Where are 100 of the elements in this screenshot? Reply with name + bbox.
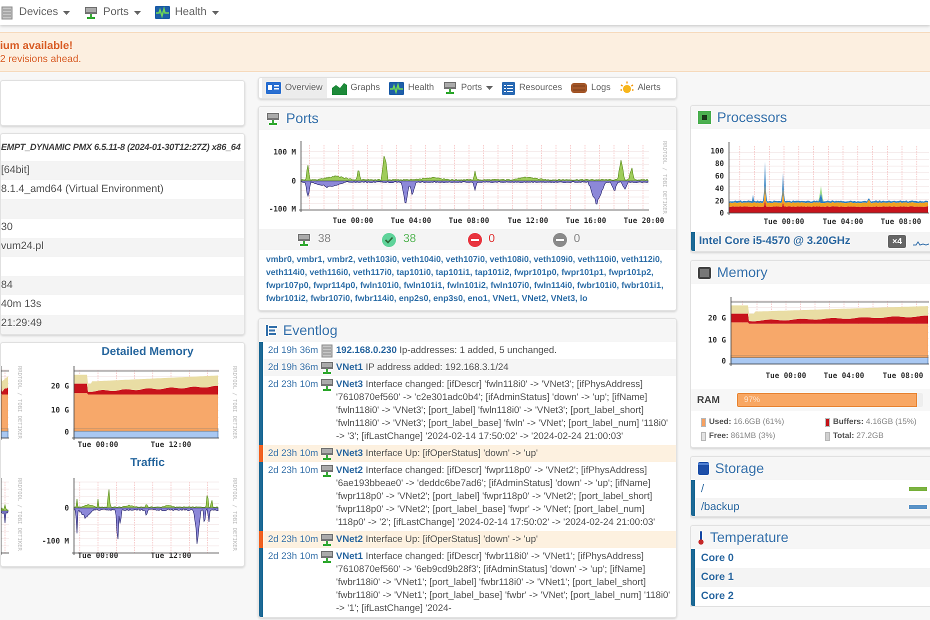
port-link[interactable]: fwbr114i0, [354,293,396,303]
port-link[interactable]: eno1, [468,293,490,303]
core-count: ×4 [888,235,906,248]
port-link[interactable]: veth112i0, [621,254,662,264]
port-link[interactable]: fwln101i1, [404,280,445,290]
port-link[interactable]: VNet2, [522,293,548,303]
port-link[interactable]: fwpr107p0, [266,280,311,290]
table-cell: 40m 13s [1,295,244,314]
monitor-icon [84,6,98,20]
event-message: VNet3 Interface changed: [ifDescr] 'fwln118i0' -> 'VNet3'; [ifPhysAddress] '7610870ef560' -> 'c2e301adc0b4'; [ifAdminStatus] 'down' -> 'up'; [ifName] 'fwln118i0' -> 'VNet3'; [port_label] 'fwln118i0' -> 'VNet3'; [port_label_short] 'fwln118i0' -> 'VNet3'; [port_label_base] 'fwln' -> 'VNet'; [port_label_num] '118i0' -> '3'; [ifLastChange] '2024-02-14 17:50:02' -> '2024-02-24 21:00:03' [336,378,669,444]
port-link[interactable]: VNet2 [336,465,363,476]
port-link[interactable]: fwbr101i0, [576,280,620,290]
port-link[interactable]: enp2s0, [398,293,431,303]
port-link[interactable]: fwpr101p2, [608,267,654,277]
tab[interactable]: Resources [498,78,566,98]
tab[interactable]: Logs [567,78,615,98]
sensor-link[interactable]: Core 0 [701,550,734,566]
list-icon [502,82,516,94]
panel-title: Processors [717,108,788,127]
port-link[interactable]: fwln107i0, [490,280,532,290]
caret-icon [212,10,219,14]
port-link[interactable]: vmbr1, [296,254,325,264]
port-link[interactable]: VNet3, [550,293,578,303]
port-link[interactable]: veth108i0, [490,254,532,264]
panel-title: Temperature [710,528,789,547]
nav-menu[interactable]: Ports [84,4,141,21]
heartbeat-icon [154,6,170,19]
port-link[interactable]: veth109i0, [534,254,576,264]
storage-link[interactable]: / [701,480,905,498]
port-link[interactable]: veth103i0, [358,254,400,264]
tab[interactable]: Ports [439,78,498,98]
port-link[interactable]: lo [580,293,588,303]
sensor-link[interactable]: Core 2 [701,588,734,604]
port-link[interactable]: veth116i0, [309,267,351,277]
alert-title: ium available! [0,38,74,52]
tab[interactable]: Alerts [616,78,665,98]
port-link[interactable]: enp3s0, [433,293,466,303]
port-link[interactable]: fwln101i2, [447,280,488,290]
port-link[interactable]: tap101i2, [474,267,512,277]
tab[interactable]: Overview [262,78,327,98]
check-circle-icon [382,232,396,246]
panel-title: Memory [717,263,768,282]
port-link[interactable]: fwpr114p0, [313,280,358,290]
port-link[interactable]: tap101i1, [436,267,472,277]
nav-menu[interactable]: Devices [0,4,70,21]
tab[interactable]: Graphs [328,78,384,98]
port-link[interactable]: VNet1, [492,293,520,303]
monitor-icon [320,550,334,564]
monitor-icon [320,361,334,375]
port-link[interactable]: fwbr101i1, [621,280,664,290]
port-link[interactable]: fwbr101i2, [266,293,308,303]
monitor-icon [320,464,334,478]
port-link[interactable]: veth107i0, [446,254,488,264]
event-message: VNet3 Interface Up: [ifOperStatus] 'down' -> 'up' [336,447,539,461]
port-link[interactable]: veth114i0, [266,267,308,277]
port-link[interactable]: VNet1 [336,551,363,562]
port-link[interactable]: fwbr107i0, [310,293,352,303]
caret-icon [134,10,141,14]
database-icon [698,462,709,475]
nav-menu[interactable]: Health [154,4,219,21]
port-link[interactable]: fwln101i0, [360,280,402,290]
chip-icon [698,111,711,124]
port-link[interactable]: veth110i0, [578,254,619,264]
port-link[interactable]: fwln114i0, [534,280,575,290]
port-link[interactable]: fwpr101p0, [514,267,559,277]
event-time: 2d 23h 10m [267,447,320,461]
port-count: 0 [574,232,580,247]
area-chart-icon [332,82,347,94]
port-link[interactable]: veth104i0, [402,254,444,264]
monitor-icon [320,447,334,461]
table-cell: 84 [1,276,244,296]
event-message: VNet1 IP address added: 192.168.3.1/24 [336,361,510,375]
ram-label: RAM [697,394,721,408]
processor-name[interactable]: Intel Core i5-4570 @ 3.20GHz [699,233,888,250]
log-icon [571,82,588,94]
event-message: VNet1 Interface changed: [ifDescr] 'fwbr118i0' -> 'VNet1'; [ifPhysAddress] '7610870ef560' -> '6eb9cd9b28f3'; [ifAdminStatus] 'down' -> 'up'; [ifName] 'fwbr118i0' -> 'VNet1'; [port_label] 'fwbr118i0' -> 'VNet1'; [port_label_short] 'fwbr118i0' -> 'VNet1'; [port_label_base] 'fwbr' -> 'VNet'; [port_label_num] '118i0' -> '1'; [ifLastChange] '2024- [336,550,672,616]
port-link[interactable]: vmbr2, [327,254,356,264]
port-link[interactable]: VNet2 [336,534,363,545]
event-message: VNet2 Interface Up: [ifOperStatus] 'down' -> 'up' [336,533,539,547]
sun-icon [620,81,634,95]
monitor-icon [443,81,458,95]
port-link[interactable]: vmbr0, [266,254,294,264]
port-link[interactable]: VNet3 [336,448,363,459]
minus-circle-icon [552,232,567,246]
table-cell: vum24.pl [1,238,244,257]
sensor-link[interactable]: Core 1 [701,570,734,586]
port-link[interactable]: tap101i0, [396,267,434,277]
port-link[interactable]: fwpr101p1, [561,267,606,277]
port-link[interactable]: VNet1 [336,362,363,373]
event-time: 2d 23h 10m [267,464,320,478]
port-link[interactable]: veth117i0, [352,267,394,277]
panel-title: Ports [286,109,319,128]
legend-text: Buffers: 4.16GB (15%) [833,416,917,428]
server-icon [320,344,334,358]
id-card-icon [266,82,281,94]
legend-text: Total: 27.2GB [833,430,884,442]
legend-text: Used: 16.6GB (61%) [709,416,784,428]
port-link[interactable]: VNet3 [336,379,363,390]
tab[interactable]: Health [385,78,438,98]
port-link[interactable]: 192.168.0.230 [336,345,397,356]
